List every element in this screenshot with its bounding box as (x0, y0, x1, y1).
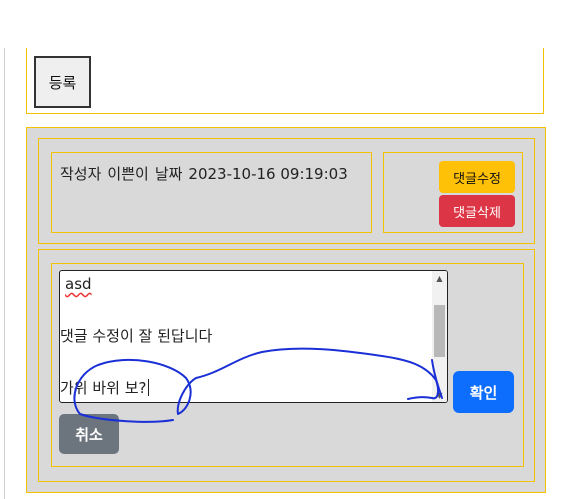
scroll-down-icon[interactable]: ▼ (432, 388, 447, 402)
comment-edit-form: asd 댓글 수정이 잘 된답니다 가위 바위 보? ▲ ▼ 확인 취소 (51, 263, 524, 467)
comment-info-row: 작성자 이쁜이 날짜 2023-10-16 09:19:03 댓글수정 댓글삭제 (38, 138, 535, 244)
scroll-thumb[interactable] (434, 305, 445, 357)
register-button[interactable]: 등록 (34, 56, 91, 108)
textarea-scrollbar[interactable]: ▲ ▼ (432, 271, 447, 402)
text-caret (147, 379, 149, 396)
scroll-up-icon[interactable]: ▲ (432, 271, 447, 285)
left-divider (4, 48, 5, 499)
comment-edit-textarea[interactable]: asd 댓글 수정이 잘 된답니다 가위 바위 보? ▲ ▼ (59, 270, 448, 403)
comment-datetime: 2023-10-16 09:19:03 (188, 165, 348, 183)
edit-comment-button[interactable]: 댓글수정 (439, 161, 515, 193)
delete-comment-button[interactable]: 댓글삭제 (439, 195, 515, 227)
textarea-line-3: 가위 바위 보? (60, 379, 149, 397)
comment-form-panel: 등록 (26, 48, 544, 114)
cancel-button[interactable]: 취소 (59, 414, 119, 454)
textarea-line-1: asd (65, 275, 92, 293)
comment-edit-row: asd 댓글 수정이 잘 된답니다 가위 바위 보? ▲ ▼ 확인 취소 (38, 249, 535, 482)
date-label: 날짜 (154, 165, 183, 183)
textarea-line-2: 댓글 수정이 잘 된답니다 (60, 327, 213, 345)
confirm-button[interactable]: 확인 (453, 371, 514, 413)
comment-meta: 작성자 이쁜이 날짜 2023-10-16 09:19:03 (51, 152, 372, 233)
author-label: 작성자 (60, 165, 102, 183)
author-name: 이쁜이 (107, 165, 149, 183)
comment-actions: 댓글수정 댓글삭제 (383, 152, 523, 233)
comment-item: 작성자 이쁜이 날짜 2023-10-16 09:19:03 댓글수정 댓글삭제 as… (26, 127, 546, 493)
